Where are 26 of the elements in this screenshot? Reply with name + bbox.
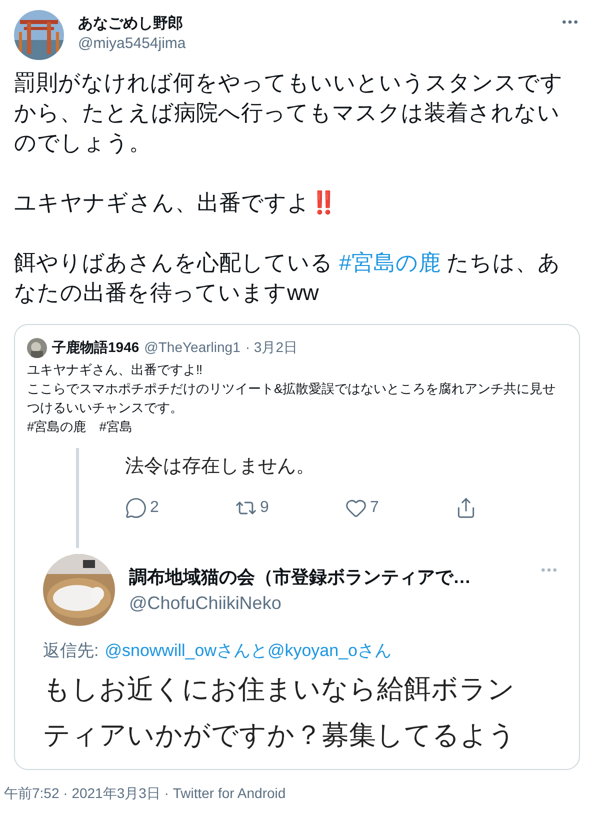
quoted-text: #宮島の鹿 #宮島	[27, 418, 134, 436]
speech-bubble-icon[interactable]	[125, 497, 147, 519]
reply-label: 返信先:	[43, 640, 99, 662]
action-count: 9	[260, 498, 269, 518]
quoted-author-handle: @TheYearling1	[144, 338, 240, 357]
tweet-text: 罰則がなければ何をやってもいいというスタンスですから、たとえば病院へ行ってもマスクは装着されないのでしょう。	[14, 69, 564, 157]
tweet-timestamp: 午前7:52 · 2021年3月3日 · Twitter for Android	[4, 784, 287, 802]
heart-icon[interactable]	[345, 497, 367, 519]
action-count: 7	[370, 498, 379, 518]
tweet-text: ユキヤナギさん、出番ですよ‼	[14, 189, 338, 217]
previous-tweet-text: 法令は存在しません。	[125, 455, 316, 479]
quoted-tweet-card[interactable]	[14, 324, 580, 770]
reply-text: もしお近くにお住まいなら給餌ボランティアいかがですか？募集してるよう	[42, 672, 517, 752]
quoted-author-name: 子鹿物語1946	[52, 338, 140, 357]
quoted-text: ここらでスマホポチポチだけのリツイート&拡散愛誤ではないところを腐れアンチ共に見せつけるいいチャンスです。	[27, 380, 557, 417]
reply-to-link[interactable]: @snowwill_owさんと@kyoyan_oさん	[104, 638, 392, 664]
author-handle: @miya5454jima	[78, 34, 187, 54]
action-count: 2	[150, 498, 159, 518]
quoted-text: ユキヤナギさん、出番ですよ‼	[27, 361, 204, 379]
hashtag-link[interactable]: #宮島の鹿	[339, 250, 440, 275]
reply-author-handle: @ChofuChiikiNeko	[129, 592, 282, 615]
share-icon[interactable]	[455, 497, 477, 519]
quoted-date: · 3月2日	[245, 338, 298, 357]
tweet-text: 餌やりばあさんを心配している #宮島の鹿 たちは、あなたの出番を待っていますww	[14, 249, 562, 307]
reply-author-name: 調布地域猫の会（市登録ボランティアで…	[129, 566, 472, 589]
author-name: あなごめし野郎	[78, 14, 184, 34]
